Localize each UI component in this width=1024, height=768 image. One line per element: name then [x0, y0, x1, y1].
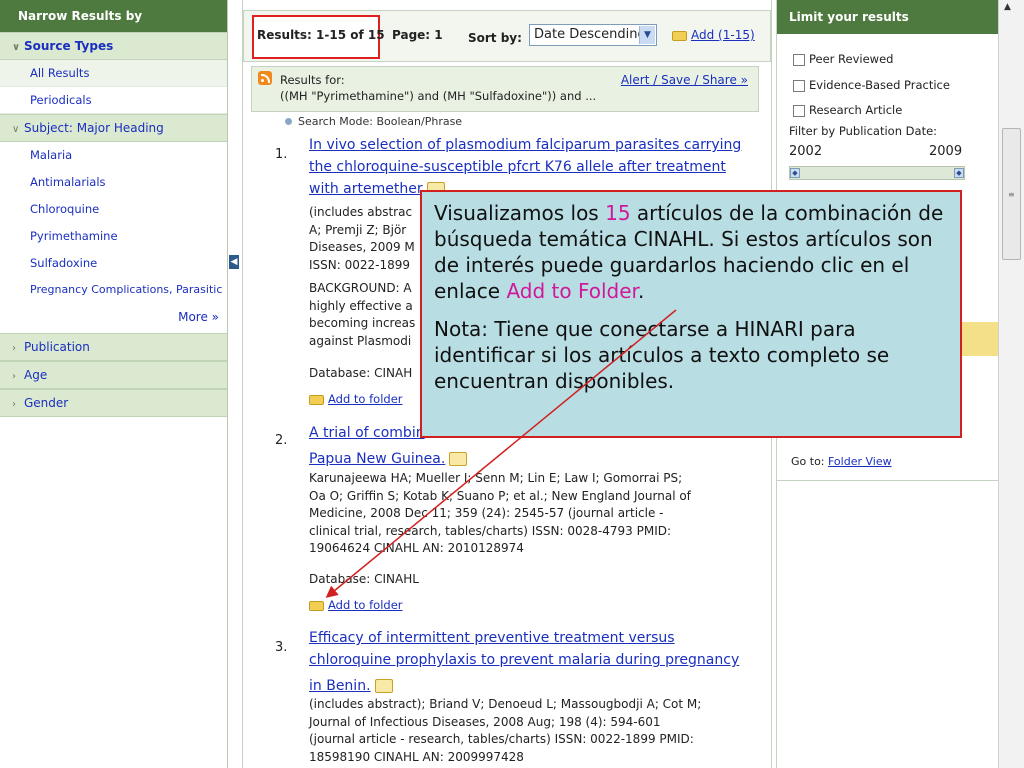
- publication-date-label: Filter by Publication Date:: [789, 124, 938, 138]
- preview-magnifier-icon[interactable]: [374, 679, 393, 693]
- chevron-down-icon: ∨: [12, 42, 21, 53]
- results-for-label: Results for:: [280, 73, 345, 87]
- peer-reviewed-checkbox[interactable]: Peer Reviewed: [793, 52, 893, 66]
- evidence-based-checkbox[interactable]: Evidence-Based Practice: [793, 78, 950, 92]
- date-range-slider[interactable]: ◆ ◆: [789, 166, 965, 180]
- sort-label: Sort by:: [468, 31, 522, 45]
- alert-save-share-link[interactable]: Alert / Save / Share »: [621, 73, 748, 87]
- results-count: Results: 1-15 of 15: [257, 28, 385, 42]
- add-to-folder-link[interactable]: Add to folder: [309, 392, 403, 406]
- year-from: 2002: [789, 144, 823, 159]
- facet-sulfadoxine[interactable]: Sulfadoxine: [0, 250, 227, 277]
- sort-select[interactable]: Date Descending ▼: [529, 24, 657, 46]
- preview-magnifier-icon[interactable]: [449, 452, 468, 466]
- rss-icon[interactable]: [258, 71, 272, 85]
- chevron-down-icon: ▼: [639, 26, 655, 44]
- search-query: ((MH "Pyrimethamine") and (MH "Sulfadoxi…: [280, 89, 597, 103]
- result-title[interactable]: Efficacy of intermittent preventive trea…: [309, 627, 749, 701]
- slider-handle-left-icon[interactable]: ◆: [790, 168, 800, 178]
- age-section[interactable]: › Age: [0, 361, 227, 389]
- result-database: Database: CINAHL: [309, 572, 419, 586]
- folder-icon: [309, 394, 324, 405]
- result-number: 2.: [275, 433, 288, 448]
- chevron-right-icon: ›: [12, 343, 16, 354]
- folder-icon: [672, 30, 687, 41]
- facet-all-results[interactable]: All Results: [0, 60, 227, 87]
- collapse-sidebar-icon[interactable]: ◀: [229, 255, 239, 269]
- search-mode: Search Mode: Boolean/Phrase: [285, 115, 462, 128]
- folder-view-link[interactable]: Folder View: [828, 455, 892, 468]
- facet-periodicals[interactable]: Periodicals: [0, 87, 227, 114]
- goto-folder: Go to: Folder View: [791, 455, 892, 468]
- page-number: Page: 1: [392, 28, 443, 42]
- result-number: 1.: [275, 147, 288, 162]
- narrow-results-header: Narrow Results by: [0, 0, 227, 32]
- page: Narrow Results by ∨ Source Types All Resu…: [0, 0, 1024, 768]
- result-details: Karunajeewa HA; Mueller I; Senn M; Lin E…: [309, 471, 691, 555]
- callout-annotation: Visualizamos los 15 artículos de la comb…: [420, 190, 962, 438]
- year-to: 2009: [929, 144, 963, 159]
- scroll-up-icon[interactable]: ▲: [1004, 2, 1011, 12]
- gender-section[interactable]: › Gender: [0, 389, 227, 417]
- slider-handle-right-icon[interactable]: ◆: [954, 168, 964, 178]
- research-article-checkbox[interactable]: Research Article: [793, 103, 902, 117]
- vertical-scrollbar[interactable]: ▲ ≡: [998, 0, 1024, 768]
- facet-pregnancy-complications[interactable]: Pregnancy Complications, Parasitic: [0, 277, 227, 304]
- results-for-bar: Results for: ((MH "Pyrimethamine") and (…: [251, 66, 759, 112]
- add-to-folder-link[interactable]: Add to folder: [309, 598, 403, 612]
- chevron-right-icon: ›: [12, 399, 16, 410]
- left-sidebar: Narrow Results by ∨ Source Types All Resu…: [0, 0, 228, 768]
- facet-chloroquine[interactable]: Chloroquine: [0, 196, 227, 223]
- limit-results-header: Limit your results: [777, 0, 998, 34]
- facet-pyrimethamine[interactable]: Pyrimethamine: [0, 223, 227, 250]
- more-link[interactable]: More »: [0, 304, 227, 331]
- subject-section[interactable]: ∨ Subject: Major Heading: [0, 114, 227, 142]
- chevron-down-icon: ∨: [12, 124, 20, 135]
- publication-section[interactable]: › Publication: [0, 333, 227, 361]
- divider: [777, 480, 999, 481]
- result-number: 3.: [275, 640, 288, 655]
- result-details: (includes abstract); Briand V; Denoeud L…: [309, 697, 702, 764]
- result-database: Database: CINAH: [309, 366, 413, 380]
- results-toolbar: Results: 1-15 of 15 Page: 1 Sort by: Dat…: [243, 10, 771, 62]
- facet-malaria[interactable]: Malaria: [0, 142, 227, 169]
- add-all-link[interactable]: Add (1-15): [672, 28, 755, 42]
- grip-icon: ≡: [1008, 190, 1015, 199]
- facet-antimalarials[interactable]: Antimalarials: [0, 169, 227, 196]
- folder-icon: [309, 600, 324, 611]
- source-types-section[interactable]: ∨ Source Types: [0, 32, 227, 60]
- chevron-right-icon: ›: [12, 371, 16, 382]
